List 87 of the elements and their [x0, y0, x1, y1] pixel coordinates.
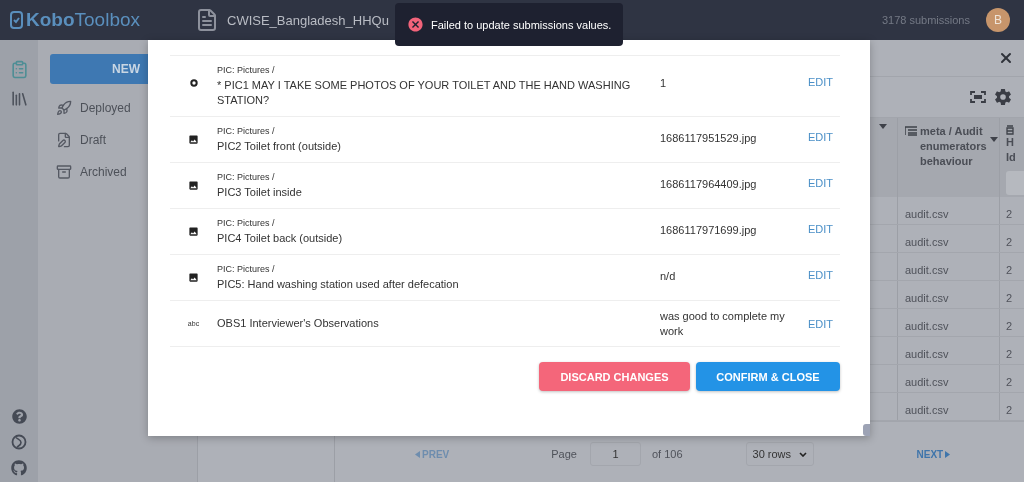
page-number-field[interactable]: 1 [589, 442, 641, 466]
question-label: * PIC1 MAY I TAKE SOME PHOTOS OF YOUR TOILET AND THE HAND WASHING STATION? [217, 77, 632, 108]
table-cell: 2 [1006, 291, 1013, 304]
table-cell: audit.csv [905, 235, 949, 248]
table-cell: 2 [1006, 207, 1013, 220]
answer-value: 1686117964409.jpg [660, 177, 758, 192]
question-label: PIC5: Hand washing station used after defecation [217, 276, 460, 292]
column-header: Id [1006, 150, 1016, 165]
submissions-count: 3178 submissions [881, 14, 970, 26]
rows-per-page-select[interactable]: 30 rows [745, 442, 814, 466]
table-cell: 2 [1006, 235, 1013, 248]
question-label: OBS1 Interviewer's Observations [217, 316, 380, 331]
archive-box-icon [56, 164, 72, 180]
left-triangle-icon [415, 450, 420, 458]
library-icon[interactable] [9, 89, 29, 108]
edit-link[interactable]: EDIT [808, 56, 834, 88]
sidebar-item-label: Draft [80, 133, 106, 147]
edit-link[interactable]: EDIT [808, 163, 834, 189]
discard-changes-button[interactable]: DISCARD CHANGES [539, 362, 690, 391]
form-title: CWISE_Bangladesh_HHQu [227, 12, 389, 28]
scrollbar-thumb[interactable] [863, 424, 870, 436]
answer-value: 1686117951529.jpg [660, 131, 758, 146]
user-avatar[interactable]: B [986, 8, 1010, 32]
question-group: PIC: Pictures / [217, 217, 660, 228]
close-icon[interactable] [998, 50, 1014, 66]
table-cell: audit.csv [905, 207, 949, 220]
column-menu-caret[interactable] [989, 137, 998, 142]
logo-text: KoboToolbox [26, 9, 141, 31]
table-cell: audit.csv [905, 263, 949, 276]
question-label: PIC4 Toilet back (outside) [217, 230, 344, 246]
sidebar-item[interactable]: Archived [50, 162, 197, 182]
column-header: meta / Audit enumerators behaviour [920, 124, 987, 169]
right-triangle-icon [945, 450, 951, 458]
image-icon [188, 272, 199, 283]
image-icon [188, 226, 199, 237]
question-group: PIC: Pictures / [217, 263, 660, 274]
answer-value: 1686117971699.jpg [660, 223, 758, 238]
settings-icon[interactable] [994, 88, 1012, 106]
table-cell: audit.csv [905, 375, 949, 388]
clipboard-icon[interactable] [9, 60, 29, 79]
edit-link[interactable]: EDIT [808, 317, 834, 330]
question-label: PIC3 Toilet inside [217, 184, 303, 200]
group-list-icon [905, 126, 917, 136]
file-pen-icon [56, 132, 72, 148]
answer-value: 1 [660, 76, 668, 91]
circle-logo-icon[interactable] [11, 434, 27, 450]
radio-icon [189, 79, 198, 87]
question-group: PIC: Pictures / [217, 64, 660, 75]
table-cell: audit.csv [905, 319, 949, 332]
github-icon[interactable] [11, 460, 27, 476]
table-cell: audit.csv [905, 403, 949, 416]
edit-link[interactable]: EDIT [808, 117, 834, 143]
table-cell: audit.csv [905, 347, 949, 360]
question-group: PIC: Pictures / [217, 171, 660, 182]
next-page-link[interactable]: NEXT [916, 448, 951, 460]
image-icon [188, 180, 199, 191]
table-cell: 2 [1006, 403, 1013, 416]
column-menu-caret[interactable] [879, 124, 887, 129]
help-icon[interactable] [11, 409, 27, 424]
page-count: of 106 [651, 448, 683, 460]
question-label: PIC2 Toilet front (outside) [217, 138, 342, 154]
edit-link[interactable]: EDIT [808, 209, 834, 235]
column-type-icon [1006, 124, 1014, 135]
edit-link[interactable]: EDIT [808, 255, 834, 281]
table-cell: audit.csv [905, 291, 949, 304]
toast-message: Failed to update submissions values. [431, 18, 612, 31]
sidebar-item-label: Deployed [80, 101, 131, 115]
table-cell: 2 [1006, 319, 1013, 332]
fullscreen-icon[interactable] [970, 91, 986, 103]
rocket-icon [56, 100, 72, 116]
answer-value: was good to complete my work [660, 308, 786, 339]
sidebar-item[interactable]: Draft [50, 130, 197, 150]
table-cell: 2 [1006, 375, 1013, 388]
page-label: Page [551, 448, 577, 460]
logo-icon [10, 11, 23, 29]
table-cell: 2 [1006, 263, 1013, 276]
question-group: PIC: Pictures / [217, 125, 660, 136]
confirm-close-button[interactable]: CONFIRM & CLOSE [696, 362, 840, 391]
column-header: H [1006, 135, 1014, 150]
table-cell: 2 [1006, 347, 1013, 360]
chevron-down-icon [798, 451, 807, 457]
form-document-icon [195, 8, 219, 32]
sidebar-item-label: Archived [80, 165, 127, 179]
sidebar-item[interactable]: Deployed [50, 98, 197, 118]
answer-value: n/d [660, 269, 677, 284]
image-icon [188, 134, 199, 145]
error-icon [407, 16, 424, 33]
